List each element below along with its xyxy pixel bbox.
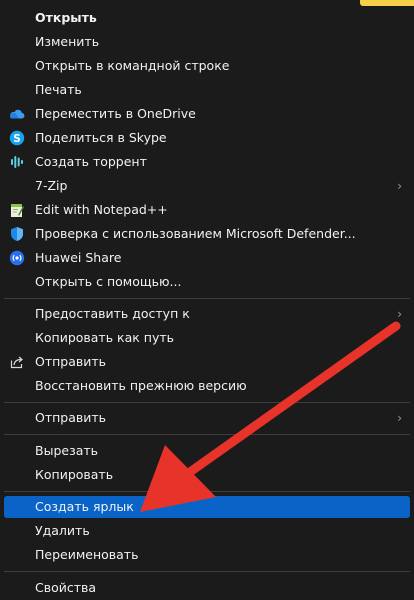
context-menu: Открыть Изменить Открыть в командной стр… <box>0 0 414 600</box>
menu-item-share-skype[interactable]: S Поделиться в Skype <box>4 127 410 149</box>
menu-item-open[interactable]: Открыть <box>4 7 410 29</box>
skype-icon: S <box>9 130 25 146</box>
menu-item-label: Копировать <box>35 467 114 482</box>
chevron-right-icon: › <box>397 179 402 193</box>
menu-item-label: Huawei Share <box>35 250 122 265</box>
huawei-share-icon <box>9 250 25 266</box>
menu-separator <box>4 571 410 572</box>
menu-item-label: Копировать как путь <box>35 330 175 345</box>
menu-item-label: Поделиться в Skype <box>35 130 167 145</box>
svg-text:S: S <box>13 133 21 145</box>
menu-item-label: Переименовать <box>35 547 139 562</box>
menu-item-label: Открыть <box>35 10 97 25</box>
menu-item-edit[interactable]: Изменить <box>4 31 410 53</box>
chevron-right-icon: › <box>397 411 402 425</box>
menu-item-huawei-share[interactable]: Huawei Share <box>4 247 410 269</box>
menu-separator <box>4 434 410 435</box>
chevron-right-icon: › <box>397 307 402 321</box>
menu-item-share[interactable]: Отправить <box>4 351 410 373</box>
menu-item-label: Edit with Notepad++ <box>35 202 168 217</box>
notepad-plus-plus-icon <box>11 204 25 217</box>
menu-separator <box>4 298 410 299</box>
menu-item-copy-as-path[interactable]: Копировать как путь <box>4 327 410 349</box>
torrent-icon <box>11 156 23 168</box>
screenshot: Открыть Изменить Открыть в командной стр… <box>0 0 414 600</box>
menu-item-label: 7-Zip <box>35 178 68 193</box>
menu-item-delete[interactable]: Удалить <box>4 520 410 542</box>
menu-item-open-with[interactable]: Открыть с помощью... <box>4 271 410 293</box>
menu-item-label: Переместить в OneDrive <box>35 106 196 121</box>
menu-item-7zip[interactable]: 7-Zip › <box>4 175 410 197</box>
background-window-strip <box>360 0 414 6</box>
menu-item-properties[interactable]: Свойства <box>4 577 410 599</box>
menu-separator <box>4 491 410 492</box>
menu-item-label: Отправить <box>35 354 107 369</box>
share-icon <box>10 356 23 369</box>
menu-item-give-access[interactable]: Предоставить доступ к › <box>4 303 410 325</box>
menu-item-label: Восстановить прежнюю версию <box>35 378 247 393</box>
menu-item-print[interactable]: Печать <box>4 79 410 101</box>
menu-item-edit-notepad-plus-plus[interactable]: Edit with Notepad++ <box>4 199 410 221</box>
menu-item-restore-previous-version[interactable]: Восстановить прежнюю версию <box>4 375 410 397</box>
menu-item-label: Создать торрент <box>35 154 147 169</box>
menu-item-scan-defender[interactable]: Проверка с использованием Microsoft Defe… <box>4 223 410 245</box>
menu-item-label: Изменить <box>35 34 100 49</box>
menu-separator <box>4 402 410 403</box>
menu-item-label: Отправить <box>35 410 107 425</box>
menu-item-label: Печать <box>35 82 82 97</box>
menu-item-label: Проверка с использованием Microsoft Defe… <box>35 226 356 241</box>
menu-item-create-shortcut[interactable]: Создать ярлык <box>4 496 410 518</box>
menu-item-cut[interactable]: Вырезать <box>4 440 410 462</box>
menu-item-label: Создать ярлык <box>35 499 134 514</box>
menu-item-label: Вырезать <box>35 443 99 458</box>
defender-shield-icon <box>11 227 23 241</box>
menu-item-move-to-onedrive[interactable]: Переместить в OneDrive <box>4 103 410 125</box>
menu-item-label: Открыть с помощью... <box>35 274 182 289</box>
menu-item-rename[interactable]: Переименовать <box>4 544 410 566</box>
menu-item-label: Свойства <box>35 580 97 595</box>
menu-item-create-torrent[interactable]: Создать торрент <box>4 151 410 173</box>
onedrive-icon <box>10 109 25 119</box>
menu-item-label: Предоставить доступ к <box>35 306 190 321</box>
menu-item-send-to[interactable]: Отправить › <box>4 407 410 429</box>
menu-item-copy[interactable]: Копировать <box>4 464 410 486</box>
menu-item-open-in-terminal[interactable]: Открыть в командной строке <box>4 55 410 77</box>
menu-item-label: Удалить <box>35 523 90 538</box>
menu-item-label: Открыть в командной строке <box>35 58 230 73</box>
